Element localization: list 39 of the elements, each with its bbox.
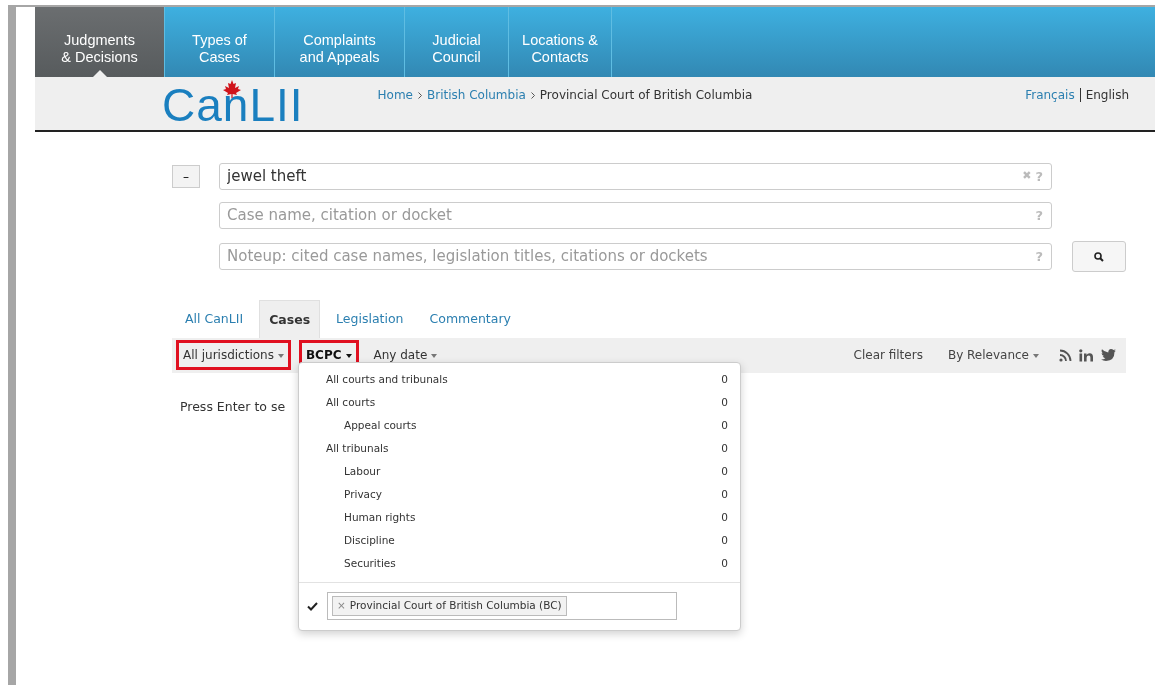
menu-item[interactable]: Appeal courts 0 bbox=[299, 415, 740, 438]
language-link[interactable]: Français bbox=[1025, 88, 1081, 102]
menu-item[interactable]: Privacy 0 bbox=[299, 484, 740, 507]
tab[interactable]: All CanLII bbox=[175, 300, 254, 338]
chevron-icon bbox=[530, 92, 535, 99]
breadcrumb-link[interactable]: Home bbox=[377, 88, 413, 102]
menu-item[interactable]: All courts 0 bbox=[299, 392, 740, 415]
rss-icon[interactable] bbox=[1059, 348, 1072, 362]
caret-icon bbox=[1033, 353, 1039, 358]
menu-item[interactable]: Labour 0 bbox=[299, 461, 740, 484]
chevron-icon bbox=[417, 92, 422, 99]
breadcrumb-current: Provincial Court of British Columbia bbox=[539, 88, 753, 102]
nav-tab[interactable]: Judgments & Decisions bbox=[35, 7, 165, 77]
menu-item[interactable]: Securities 0 bbox=[299, 553, 740, 576]
caret-icon bbox=[277, 353, 284, 358]
caret-icon bbox=[431, 353, 438, 358]
menu-item[interactable]: All tribunals 0 bbox=[299, 438, 740, 461]
language-link[interactable]: English bbox=[1085, 88, 1129, 102]
filter-dropdown[interactable]: All jurisdictions bbox=[176, 340, 291, 371]
menu-item[interactable]: Human rights 0 bbox=[299, 507, 740, 530]
collapse-button[interactable]: – bbox=[172, 165, 200, 188]
linkedin-icon[interactable] bbox=[1079, 348, 1094, 362]
tag-input-field[interactable]: × Provincial Court of British Columbia (BC) bbox=[327, 592, 677, 620]
canlii-logo[interactable]: CanLII bbox=[162, 82, 304, 128]
selected-tag[interactable]: × Provincial Court of British Columbia (BC) bbox=[332, 596, 567, 616]
tab[interactable]: Commentary bbox=[419, 300, 521, 338]
search-button[interactable] bbox=[1072, 241, 1126, 272]
caret-icon bbox=[345, 353, 352, 358]
menu-item[interactable]: All courts and tribunals 0 bbox=[299, 369, 740, 392]
tab[interactable]: Cases bbox=[259, 300, 321, 338]
tab[interactable]: Legislation bbox=[326, 300, 414, 338]
search-icon bbox=[1094, 251, 1104, 262]
status-message: Press Enter to se bbox=[180, 397, 286, 416]
checkmark-icon bbox=[307, 601, 318, 611]
menu-item[interactable]: Discipline 0 bbox=[299, 530, 740, 553]
clear-filters-button[interactable]: Clear filters bbox=[853, 346, 923, 365]
sort-dropdown[interactable]: By Relevance bbox=[947, 346, 1039, 365]
bird-icon[interactable] bbox=[1101, 349, 1116, 362]
breadcrumb-link[interactable]: British Columbia bbox=[426, 88, 526, 102]
